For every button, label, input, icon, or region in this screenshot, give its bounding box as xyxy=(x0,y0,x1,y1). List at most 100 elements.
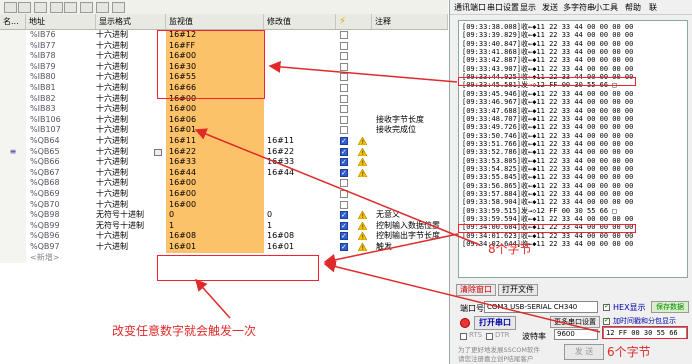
tool-icon-3[interactable] xyxy=(34,2,47,13)
note-cell[interactable]: 触发 xyxy=(376,242,448,253)
note-cell[interactable] xyxy=(376,30,448,41)
format-cell[interactable]: 十六进制 xyxy=(96,157,166,168)
row-marker[interactable] xyxy=(0,157,26,168)
format-cell[interactable]: 十六进制 xyxy=(96,115,166,126)
serial-menu-item[interactable]: 显示 xyxy=(520,2,536,13)
timestamp-checkbox[interactable] xyxy=(603,316,610,325)
header-note[interactable]: 注释 xyxy=(372,14,448,29)
serial-menu-item[interactable]: 帮助 xyxy=(625,2,641,13)
open-port-button[interactable]: 打开串口 xyxy=(474,316,516,330)
format-cell[interactable] xyxy=(96,253,166,264)
row-marker[interactable] xyxy=(0,189,26,200)
address-cell[interactable]: %QB96 xyxy=(30,231,94,242)
modify-value-cell[interactable] xyxy=(264,62,332,73)
serial-menu-item[interactable]: 小工具 xyxy=(594,2,618,13)
modify-checkbox[interactable] xyxy=(340,243,348,251)
address-cell[interactable]: %IB77 xyxy=(30,41,94,52)
modify-value-cell[interactable] xyxy=(264,30,332,41)
address-cell[interactable]: %QB69 xyxy=(30,189,94,200)
note-cell[interactable] xyxy=(376,200,448,211)
modify-checkbox[interactable] xyxy=(340,158,348,167)
note-cell[interactable] xyxy=(376,51,448,62)
table-row[interactable]: %IB107 十六进制 16#01 接收完成位 xyxy=(0,125,448,136)
modify-value-cell[interactable] xyxy=(264,200,332,211)
modify-value-cell[interactable] xyxy=(264,125,332,136)
note-cell[interactable]: 控制输出字节长度 xyxy=(376,231,448,242)
modify-value-cell[interactable] xyxy=(264,41,332,52)
modify-checkbox[interactable] xyxy=(340,115,348,124)
row-marker[interactable] xyxy=(0,93,26,105)
modify-checkbox[interactable] xyxy=(340,221,348,230)
format-cell[interactable]: 十六进制 xyxy=(96,178,166,189)
note-cell[interactable] xyxy=(376,147,448,158)
note-cell[interactable]: 接收字节长度 xyxy=(376,115,448,126)
modify-value-cell[interactable] xyxy=(264,51,332,62)
tool-icon-6[interactable] xyxy=(80,2,93,13)
tool-icon-2[interactable] xyxy=(18,2,31,13)
format-cell[interactable]: 十六进制 xyxy=(96,200,166,211)
address-cell[interactable]: %QB98 xyxy=(30,210,94,221)
address-cell[interactable]: %QB64 xyxy=(30,136,94,147)
address-cell[interactable]: %QB99 xyxy=(30,221,94,232)
port-select[interactable]: COM3 USB-SERIAL CH340 xyxy=(484,301,598,313)
row-marker[interactable] xyxy=(0,61,26,73)
format-cell[interactable]: 十六进制 xyxy=(96,189,166,200)
row-marker[interactable] xyxy=(0,231,26,242)
note-cell[interactable] xyxy=(376,157,448,168)
table-row[interactable]: ≡%QB65十六进制16#2216#22! xyxy=(0,146,448,158)
modify-checkbox[interactable] xyxy=(340,73,348,82)
modify-value-cell[interactable] xyxy=(264,94,332,105)
note-cell[interactable] xyxy=(376,72,448,83)
table-row[interactable]: %QB67十六进制16#4416#44! xyxy=(0,167,448,179)
header-name[interactable]: 名... xyxy=(0,14,26,29)
modify-checkbox[interactable] xyxy=(340,126,348,135)
modify-value-cell[interactable]: 0 xyxy=(264,210,332,221)
row-marker[interactable] xyxy=(0,51,26,62)
format-cell[interactable]: 十六进制 xyxy=(96,231,166,242)
address-cell[interactable]: %IB82 xyxy=(30,94,94,105)
serial-menu-item[interactable]: 联 xyxy=(649,2,657,13)
modify-value-cell[interactable] xyxy=(264,178,332,189)
modify-checkbox[interactable] xyxy=(340,232,348,241)
modify-value-cell[interactable]: 16#01 xyxy=(264,242,332,253)
table-row[interactable]: %QB97十六进制16#0116#01!触发 xyxy=(0,242,448,253)
address-cell[interactable]: %IB83 xyxy=(30,104,94,115)
note-cell[interactable] xyxy=(376,253,448,264)
modify-value-cell[interactable]: 16#22 xyxy=(264,147,332,158)
note-cell[interactable] xyxy=(376,189,448,200)
address-cell[interactable]: %QB65 xyxy=(30,147,94,158)
row-marker[interactable] xyxy=(0,167,26,179)
table-row[interactable]: %QB69 十六进制 16#00 xyxy=(0,189,448,200)
modify-checkbox[interactable] xyxy=(340,62,348,71)
table-row[interactable]: %QB64十六进制16#1116#11! xyxy=(0,136,448,147)
row-marker[interactable] xyxy=(0,242,26,253)
modify-checkbox[interactable] xyxy=(340,147,348,156)
table-row[interactable]: %QB96十六进制16#0816#08!控制输出字节长度 xyxy=(0,231,448,242)
table-row[interactable]: %QB99无符号十进制11!控制输入数据位置 xyxy=(0,220,448,232)
format-cell[interactable]: 十六进制 xyxy=(96,125,166,136)
baud-select[interactable]: 9600 xyxy=(554,329,598,340)
row-marker[interactable] xyxy=(0,114,26,126)
address-cell[interactable]: %IB78 xyxy=(30,51,94,62)
note-cell[interactable] xyxy=(376,136,448,147)
row-marker[interactable] xyxy=(0,72,26,83)
modify-value-cell[interactable]: 16#11 xyxy=(264,136,332,147)
note-cell[interactable] xyxy=(376,168,448,179)
address-cell[interactable]: %IB80 xyxy=(30,72,94,83)
note-cell[interactable]: 控制输入数据位置 xyxy=(376,221,448,232)
tool-icon-4[interactable] xyxy=(50,2,63,13)
address-cell[interactable]: %IB76 xyxy=(30,30,94,41)
row-marker[interactable] xyxy=(0,40,26,52)
format-cell[interactable]: 十六进制 xyxy=(96,62,166,73)
format-dropdown-icon[interactable] xyxy=(154,148,162,156)
table-row[interactable]: %IB106 十六进制 16#06 接收字节长度 xyxy=(0,114,448,126)
address-cell[interactable]: %QB67 xyxy=(30,168,94,179)
modify-checkbox[interactable] xyxy=(340,179,348,188)
serial-menu-item[interactable]: 发送 xyxy=(542,2,558,13)
row-marker[interactable] xyxy=(0,136,26,147)
format-cell[interactable]: 十六进制 xyxy=(96,41,166,52)
modify-checkbox[interactable] xyxy=(340,211,348,220)
modify-checkbox[interactable] xyxy=(340,31,348,39)
modify-value-cell[interactable] xyxy=(264,189,332,200)
address-cell[interactable]: %IB107 xyxy=(30,125,94,136)
